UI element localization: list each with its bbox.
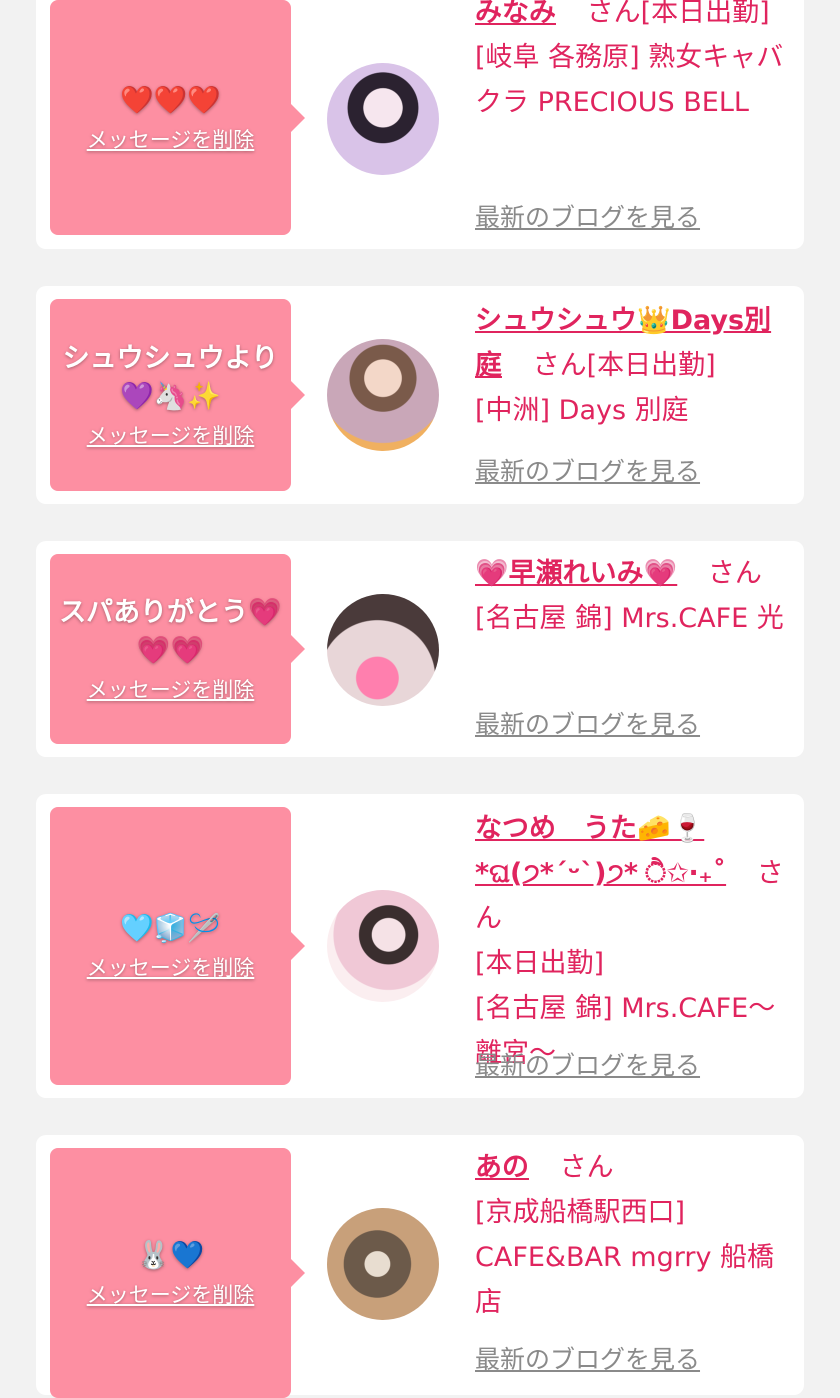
latest-blog-link[interactable]: 最新のブログを見る [475,1046,700,1082]
avatar[interactable] [327,339,439,451]
message-text: 🐰💙 [136,1240,205,1271]
message-card: スパありがとう💗💗💗 メッセージを削除 💗早瀬れいみ💗 さん [名古屋 錦] M… [36,541,804,757]
message-bubble: 🩵🧊🪡 メッセージを削除 [50,807,305,1085]
attendance-status: [本日出勤] [475,948,605,979]
message-text: 🩵🧊🪡 [120,913,221,944]
message-text: ❤️❤️❤️ [120,84,221,116]
latest-blog-link[interactable]: 最新のブログを見る [475,1340,700,1376]
message-bubble: 🐰💙 メッセージを削除 [50,1148,305,1398]
honorific: さん [559,1152,614,1183]
delete-message-link[interactable]: メッセージを削除 [87,124,255,154]
honorific-status: さん [707,558,762,589]
message-bubble: スパありがとう💗💗💗 メッセージを削除 [50,554,305,744]
avatar[interactable] [327,890,439,1002]
delete-message-link[interactable]: メッセージを削除 [87,952,255,982]
latest-blog-link[interactable]: 最新のブログを見る [475,452,700,488]
message-bubble: シュウシュウより💜🦄✨ メッセージを削除 [50,299,305,491]
message-text: シュウシュウより💜🦄✨ [62,343,279,412]
latest-blog-link[interactable]: 最新のブログを見る [475,198,700,234]
message-card: 🐰💙 メッセージを削除 あの さん [京成船橋駅西口] CAFE&BAR mgr… [36,1135,804,1398]
cast-name-link[interactable]: みなみ [475,0,556,28]
avatar[interactable] [327,594,439,706]
latest-blog-link[interactable]: 最新のブログを見る [475,705,700,741]
message-bubble: ❤️❤️❤️ メッセージを削除 [50,0,305,235]
cast-name-link[interactable]: なつめ うた🧀🍷*ଘ(੭*ˊᵕˋ)੭* ੈ✩‧₊˚ [475,813,726,889]
avatar[interactable] [327,63,439,175]
message-text: スパありがとう💗💗💗 [59,597,282,666]
message-card: 🩵🧊🪡 メッセージを削除 なつめ うた🧀🍷*ଘ(੭*ˊᵕˋ)੭* ੈ✩‧₊˚ さ… [36,794,804,1098]
cast-name-link[interactable]: あの [475,1152,529,1183]
message-card: シュウシュウより💜🦄✨ メッセージを削除 シュウシュウ👑Days別庭 さん[本日… [36,286,804,504]
shop-label: [名古屋 錦] Mrs.CAFE 光 [475,603,784,634]
message-card: ❤️❤️❤️ メッセージを削除 みなみ さん[本日出勤] [岐阜 各務原] 熟女… [36,0,804,249]
delete-message-link[interactable]: メッセージを削除 [87,674,255,704]
shop-label: [京成船橋駅西口] CAFE&BAR mgrry 船橋店 [475,1197,775,1318]
delete-message-link[interactable]: メッセージを削除 [87,420,255,450]
delete-message-link[interactable]: メッセージを削除 [87,1279,255,1309]
shop-label: [岐阜 各務原] 熟女キャバクラ PRECIOUS BELL [475,42,784,118]
avatar[interactable] [327,1208,439,1320]
honorific-status: さん[本日出勤] [586,0,770,28]
honorific-status: さん[本日出勤] [532,350,716,381]
cast-name-link[interactable]: 💗早瀬れいみ💗 [475,558,677,589]
shop-label: [中洲] Days 別庭 [475,395,689,426]
